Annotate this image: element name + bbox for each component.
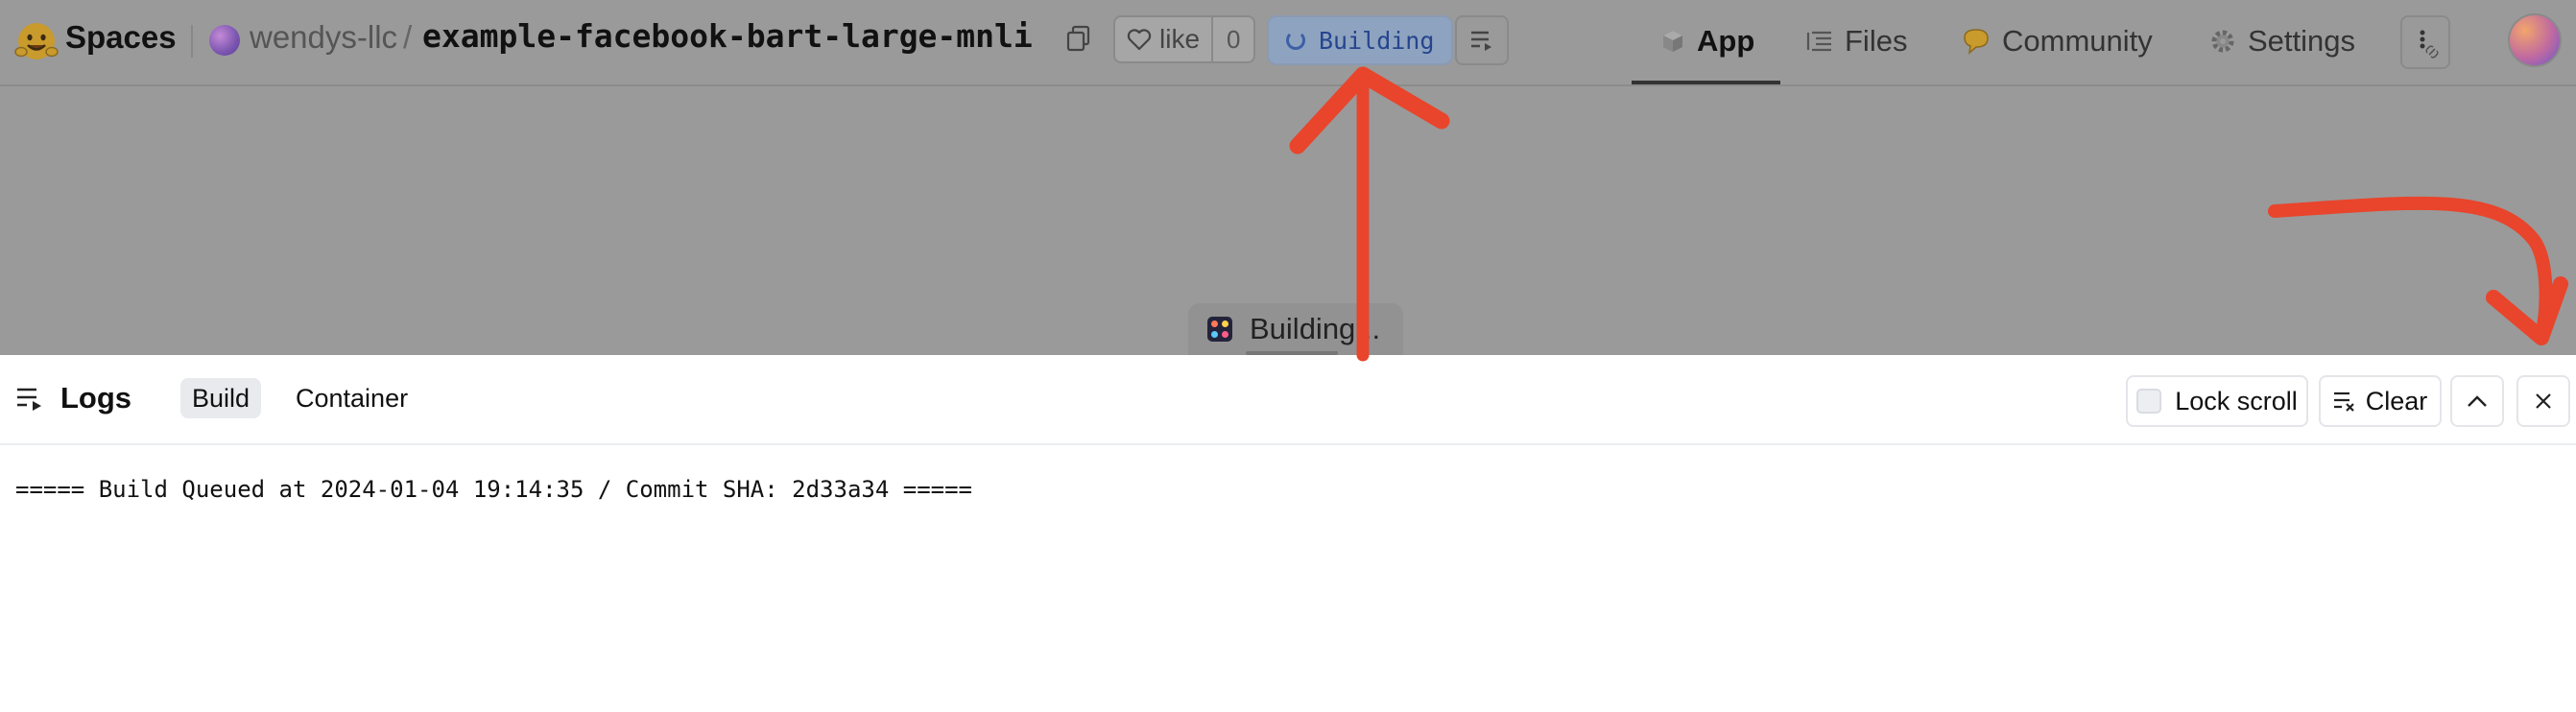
building-label: Building... xyxy=(1250,312,1381,345)
lock-scroll-label: Lock scroll xyxy=(2175,386,2298,415)
user-avatar[interactable] xyxy=(2508,13,2562,67)
tab-settings[interactable]: Settings xyxy=(2209,17,2355,65)
space-header: Spaces wendys-llc / example-facebook-bar… xyxy=(0,0,2576,86)
tab-app[interactable]: App xyxy=(1660,17,1754,65)
hugging-face-logo-icon[interactable] xyxy=(13,17,60,63)
logs-title: Logs xyxy=(60,381,132,415)
lock-scroll-toggle[interactable]: Lock scroll xyxy=(2126,375,2308,427)
community-icon xyxy=(1964,29,1989,55)
heart-icon xyxy=(1127,29,1152,51)
close-logs-button[interactable] xyxy=(2516,375,2570,427)
chevron-up-icon xyxy=(2468,395,2487,407)
logs-icon xyxy=(17,388,41,411)
like-group: like 0 xyxy=(1113,15,1256,63)
owner-link[interactable]: wendys-llc xyxy=(250,19,397,56)
lock-scroll-checkbox[interactable] xyxy=(2136,389,2162,414)
close-icon xyxy=(2536,393,2551,409)
clear-label: Clear xyxy=(2365,386,2428,415)
collapse-button[interactable] xyxy=(2450,375,2504,427)
logs-icon xyxy=(1471,31,1491,51)
cube-icon xyxy=(1663,31,1682,52)
spinner-icon xyxy=(1286,31,1305,50)
repo-name-link[interactable]: example-facebook-bart-large-mnli xyxy=(422,17,1033,55)
like-count[interactable]: 0 xyxy=(1213,17,1253,61)
more-options-button[interactable] xyxy=(2400,15,2450,69)
like-button[interactable]: like xyxy=(1115,17,1214,61)
owner-avatar[interactable] xyxy=(209,25,240,56)
files-icon xyxy=(1806,31,1831,52)
tab-community[interactable]: Community xyxy=(1962,17,2153,65)
like-label: like xyxy=(1159,24,1201,54)
tab-settings-label: Settings xyxy=(2248,24,2356,58)
tab-community-label: Community xyxy=(2002,24,2153,58)
log-line: ===== Build Queued at 2024-01-04 19:14:3… xyxy=(15,476,972,503)
app-area-dimmed: Spaces wendys-llc / example-facebook-bar… xyxy=(0,0,2576,355)
spaces-link[interactable]: Spaces xyxy=(65,19,177,56)
building-indicator: Building... xyxy=(1188,303,1404,355)
more-vertical-icon xyxy=(2420,30,2439,59)
header-divider xyxy=(191,25,193,58)
tab-app-label: App xyxy=(1697,24,1755,58)
tab-container[interactable]: Container xyxy=(284,378,419,418)
clear-button[interactable]: Clear xyxy=(2319,375,2442,427)
gear-icon xyxy=(2211,30,2234,53)
logs-toggle-button[interactable] xyxy=(1455,15,1509,65)
tab-files-label: Files xyxy=(1845,24,1908,58)
tab-files[interactable]: Files xyxy=(1806,17,1907,65)
active-tab-indicator xyxy=(1632,81,1780,84)
tab-build[interactable]: Build xyxy=(180,378,262,418)
status-label: Building xyxy=(1319,26,1435,55)
app-icon xyxy=(1207,317,1232,342)
logs-toolbar: Logs Build Container Lock scroll Clear xyxy=(0,355,2576,445)
path-separator: / xyxy=(403,19,413,55)
copy-icon[interactable] xyxy=(1065,25,1092,54)
clear-icon xyxy=(2333,392,2354,412)
status-badge[interactable]: Building xyxy=(1267,15,1454,65)
logs-panel: Logs Build Container Lock scroll Clear =… xyxy=(0,355,2576,712)
